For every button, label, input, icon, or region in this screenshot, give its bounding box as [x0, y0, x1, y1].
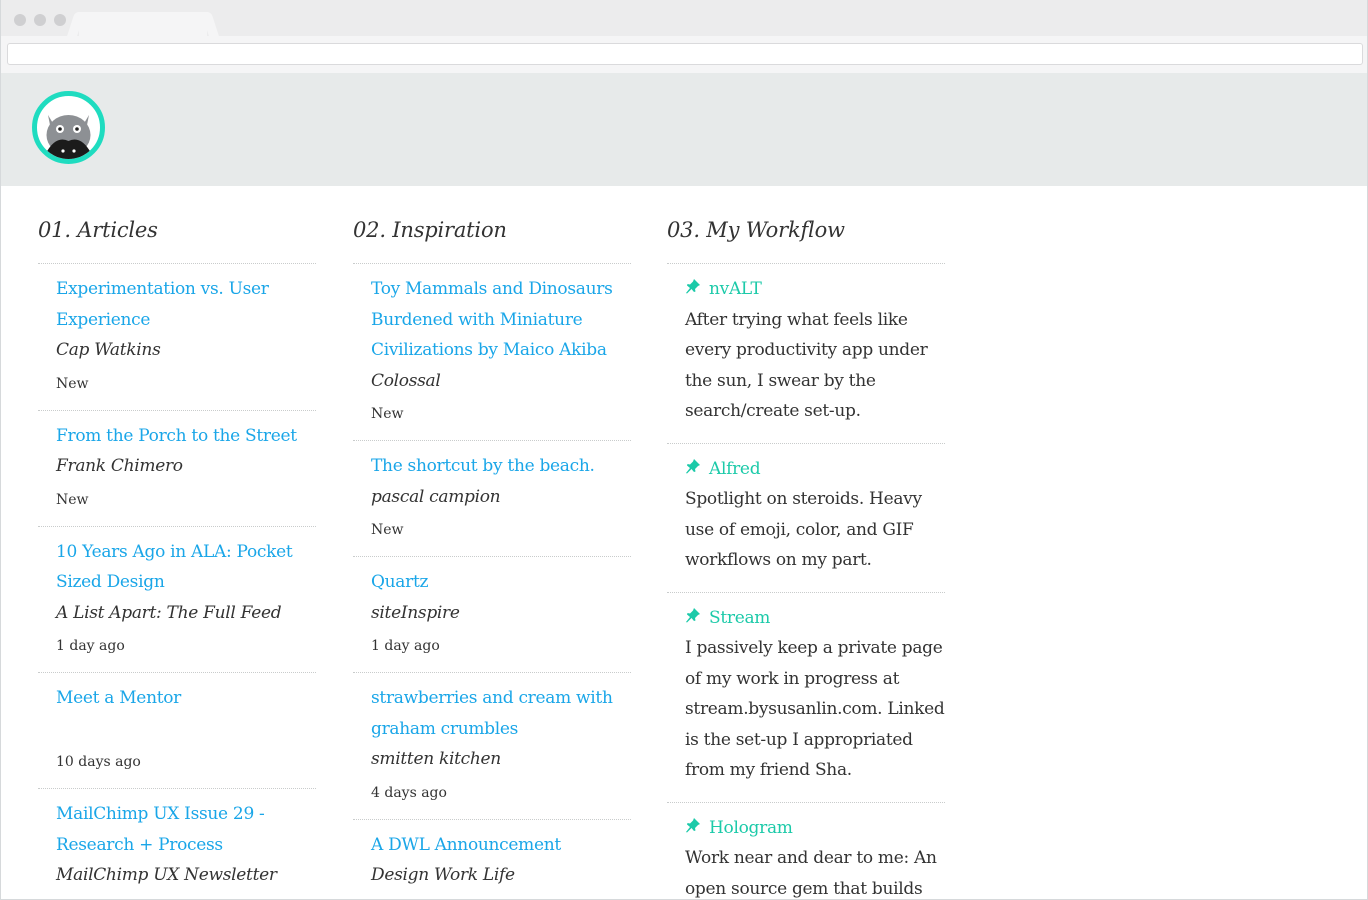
article-time: New — [371, 406, 404, 422]
article-link[interactable]: A DWL Announcement — [371, 830, 631, 861]
avatar-logo-icon[interactable] — [32, 91, 105, 164]
article-link[interactable]: Experimentation vs. User Experience — [56, 274, 316, 335]
list-item: Meet a Mentor 10 days ago — [38, 673, 316, 789]
list-item: Experimentation vs. User Experience Cap … — [38, 264, 316, 411]
workflow-column: 03. My Workflow nvALT After trying what … — [667, 210, 945, 900]
article-link[interactable]: Toy Mammals and Dinosaurs Burdened with … — [371, 274, 631, 366]
workflow-link[interactable]: Stream — [685, 603, 945, 634]
pin-icon — [686, 817, 700, 833]
column-title: 02. Inspiration — [353, 210, 631, 264]
workflow-title[interactable]: nvALT — [709, 274, 762, 305]
article-source: Frank Chimero — [56, 456, 183, 476]
column-title: 03. My Workflow — [667, 210, 945, 264]
pin-icon — [686, 279, 700, 294]
article-time: 10 days ago — [56, 754, 141, 770]
article-link[interactable]: Quartz — [371, 567, 631, 598]
list-item: Toy Mammals and Dinosaurs Burdened with … — [353, 264, 631, 441]
minimize-window-dot[interactable] — [34, 14, 46, 26]
list-item: Stream I passively keep a private page o… — [667, 593, 945, 803]
article-source: MailChimp UX Newsletter — [56, 865, 277, 885]
list-item: A DWL Announcement Design Work Life — [353, 820, 631, 900]
site-header — [1, 73, 1367, 186]
address-bar[interactable] — [7, 43, 1363, 65]
article-source: Design Work Life — [371, 865, 515, 885]
article-link[interactable]: From the Porch to the Street — [56, 421, 316, 452]
article-link[interactable]: 10 Years Ago in ALA: Pocket Sized Design — [56, 537, 316, 598]
workflow-description: Spotlight on steroids. Heavy use of emoj… — [685, 489, 922, 570]
pin-icon — [686, 458, 700, 474]
workflow-title[interactable]: Stream — [709, 603, 770, 634]
article-link[interactable]: The shortcut by the beach. — [371, 451, 631, 482]
workflow-link[interactable]: Hologram — [685, 813, 945, 844]
article-time: 4 days ago — [371, 784, 447, 801]
workflow-description: Work near and dear to me: An open source… — [685, 848, 937, 899]
list-item: Quartz siteInspire 1 day ago — [353, 557, 631, 673]
workflow-description: After trying what feels like every produ… — [685, 309, 928, 422]
article-time: 1 day ago — [56, 638, 125, 654]
close-window-dot[interactable] — [14, 14, 26, 26]
article-source: A List Apart: The Full Feed — [56, 602, 282, 623]
article-source: pascal campion — [371, 486, 501, 507]
workflow-link[interactable]: Alfred — [685, 454, 945, 485]
list-item: Alfred Spotlight on steroids. Heavy use … — [667, 444, 945, 593]
article-link[interactable]: strawberries and cream with graham crumb… — [371, 683, 631, 744]
workflow-link[interactable]: nvALT — [685, 274, 945, 305]
inspiration-column: 02. Inspiration Toy Mammals and Dinosaur… — [353, 210, 631, 900]
article-time: New — [56, 491, 89, 508]
list-item: The shortcut by the beach. pascal campio… — [353, 441, 631, 557]
article-source — [56, 714, 316, 745]
article-source: smitten kitchen — [371, 749, 501, 769]
workflow-description: I passively keep a private page of my wo… — [685, 638, 945, 780]
articles-column: 01. Articles Experimentation vs. User Ex… — [38, 210, 316, 899]
article-link[interactable]: Meet a Mentor — [56, 683, 316, 714]
list-item: 10 Years Ago in ALA: Pocket Sized Design… — [38, 527, 316, 673]
list-item: strawberries and cream with graham crumb… — [353, 673, 631, 820]
list-item: Hologram Work near and dear to me: An op… — [667, 803, 945, 900]
article-time: New — [56, 375, 89, 392]
article-source: Colossal — [371, 370, 441, 391]
list-item: MailChimp UX Issue 29 - Research + Proce… — [38, 789, 316, 899]
article-time: 1 day ago — [371, 638, 440, 654]
workflow-title[interactable]: Alfred — [709, 454, 761, 485]
browser-window: 01. Articles Experimentation vs. User Ex… — [0, 0, 1368, 900]
column-title: 01. Articles — [38, 210, 316, 264]
workflow-title[interactable]: Hologram — [709, 813, 793, 844]
pin-icon — [686, 607, 700, 623]
article-source: Cap Watkins — [56, 340, 161, 360]
list-item: nvALT After trying what feels like every… — [667, 264, 945, 444]
article-time: New — [371, 522, 404, 538]
article-source: siteInspire — [371, 602, 460, 623]
list-item: From the Porch to the Street Frank Chime… — [38, 411, 316, 527]
article-link[interactable]: MailChimp UX Issue 29 - Research + Proce… — [56, 799, 316, 860]
maximize-window-dot[interactable] — [54, 14, 66, 26]
browser-tab[interactable] — [79, 12, 207, 36]
